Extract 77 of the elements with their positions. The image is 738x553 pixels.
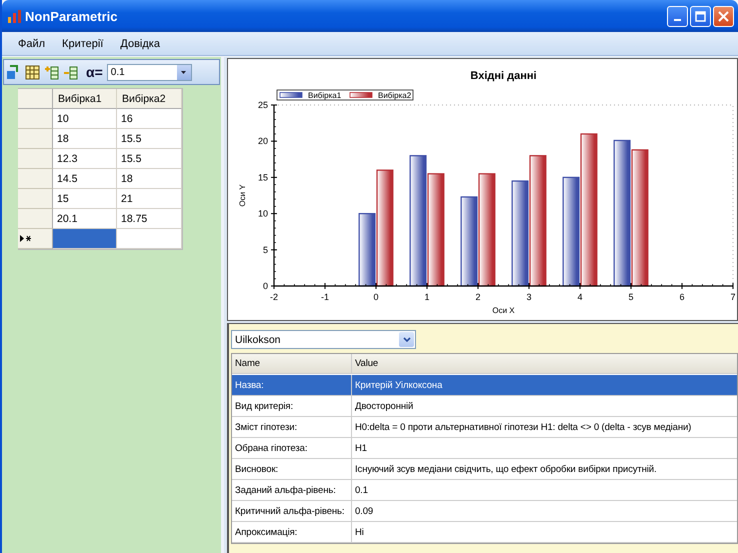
minimize-icon	[674, 18, 681, 20]
tick-label: 2	[476, 292, 480, 302]
table-icon[interactable]	[25, 64, 40, 80]
property-value[interactable]: H1	[352, 438, 737, 459]
method-dropdown[interactable]: Uilkokson	[231, 330, 416, 349]
table-cell[interactable]: 16	[117, 109, 182, 129]
property-value[interactable]: Двосторонній	[352, 396, 737, 417]
tick-label: 5	[628, 292, 634, 302]
row-header[interactable]	[18, 229, 53, 249]
property-name[interactable]: Вид критерія:	[232, 396, 352, 417]
table-cell[interactable]: 18.75	[117, 209, 182, 229]
table-cell[interactable]	[53, 229, 117, 249]
property-name[interactable]: Назва:	[232, 375, 352, 396]
property-value[interactable]: 0.1	[352, 480, 737, 501]
table-cell[interactable]: 15.5	[117, 149, 182, 169]
column-header[interactable]: Вибірка1	[53, 89, 117, 109]
chart-title: Вхідні данні	[470, 70, 537, 82]
table-cell[interactable]	[117, 229, 182, 249]
property-value[interactable]: Існуючий зсув медіани свідчить, що ефект обробки вибірки присутній.	[352, 459, 737, 480]
column-header[interactable]: Value	[352, 354, 737, 374]
table-cell[interactable]: 10	[53, 109, 117, 129]
tick-label: 3	[526, 292, 532, 302]
axis-title: Оси Y	[238, 184, 247, 207]
window-title: NonParametric	[25, 8, 118, 24]
tick-label: -1	[321, 292, 329, 302]
chevron-icon	[402, 337, 410, 342]
legend-label: Вибірка1	[308, 91, 342, 100]
tick-label: 10	[258, 208, 268, 219]
tick-label: 25	[258, 100, 268, 110]
alpha-dropdown[interactable]: 0.1	[106, 64, 192, 80]
table-cell[interactable]: 21	[117, 189, 182, 209]
tick-label: 1	[424, 292, 430, 302]
table-cell[interactable]: 14.5	[53, 169, 117, 189]
property-value[interactable]: H0:delta = 0 проти альтернативної гіпотези H1: delta <> 0 (delta - зсув медіани)	[352, 417, 737, 438]
alpha-label: α=	[86, 64, 103, 80]
column-header[interactable]: Name	[232, 354, 352, 374]
property-name[interactable]: Заданий альфа-рівень:	[232, 480, 352, 501]
property-name[interactable]: Зміст гіпотези:	[232, 417, 352, 438]
property-value[interactable]: Критерій Уілкоксона	[352, 375, 737, 396]
add-column-icon[interactable]	[44, 64, 59, 80]
menu-item[interactable]: Довідка	[113, 38, 170, 50]
maximize-icon	[695, 10, 706, 22]
tick-label: 4	[578, 292, 582, 302]
tick-label: 7	[730, 292, 736, 302]
remove-column-icon[interactable]	[63, 64, 78, 80]
property-name[interactable]: Обрана гіпотеза:	[232, 438, 352, 459]
import-icon[interactable]	[6, 64, 21, 80]
table-cell[interactable]: 15	[53, 189, 117, 209]
new-row-icon	[20, 235, 31, 242]
axis-title: Оси X	[492, 306, 515, 315]
column-header[interactable]: Вибірка2	[117, 89, 182, 109]
tick-label: 0	[262, 281, 268, 291]
property-value[interactable]: 0.09	[352, 501, 737, 522]
tick-label: 6	[680, 292, 684, 302]
table-cell[interactable]: 12.3	[53, 149, 117, 169]
corner-header[interactable]	[18, 89, 53, 109]
tick-label: 15	[258, 172, 268, 182]
legend-label: Вибірка2	[378, 91, 412, 100]
property-name[interactable]: Критичний альфа-рівень:	[232, 501, 352, 522]
property-value[interactable]: Ні	[352, 522, 737, 543]
caret-icon	[181, 70, 186, 74]
table-cell[interactable]: 18	[53, 129, 117, 149]
menu-item[interactable]: Файл	[11, 38, 56, 50]
minimize-button[interactable]	[667, 6, 688, 26]
tick-label: 20	[258, 136, 268, 146]
table-cell[interactable]: 18	[117, 169, 182, 189]
menu-item[interactable]: Критерії	[55, 38, 114, 50]
close-button[interactable]	[713, 6, 734, 26]
maximize-button[interactable]	[690, 6, 711, 26]
tick-label: 0	[374, 292, 378, 302]
property-name[interactable]: Апроксимація:	[232, 522, 352, 543]
close-icon	[718, 10, 729, 22]
tick-label: -2	[270, 292, 278, 302]
tick-label: 5	[262, 244, 268, 255]
table-cell[interactable]: 15.5	[117, 129, 182, 149]
app-icon	[8, 10, 22, 22]
property-name[interactable]: Висновок:	[232, 459, 352, 480]
